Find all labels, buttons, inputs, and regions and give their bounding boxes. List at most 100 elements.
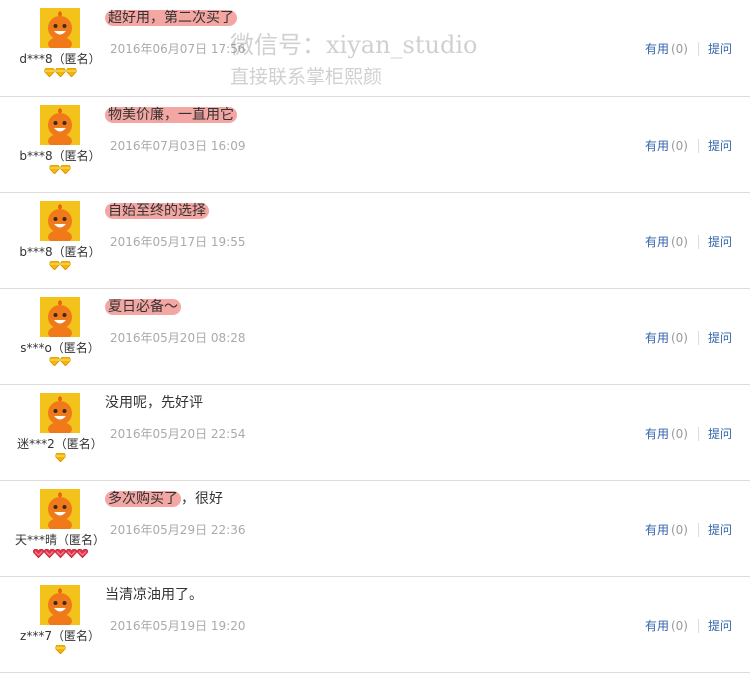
- review-date: 2016年05月17日 19:55: [110, 235, 246, 249]
- ask-button[interactable]: 提问: [708, 425, 732, 442]
- user-nickname: 迷***2（匿名）: [17, 437, 103, 451]
- diamond-rank-icon: [54, 645, 66, 654]
- user-avatar[interactable]: [40, 297, 80, 337]
- heart-rank-icon: [65, 549, 77, 558]
- useful-button[interactable]: 有用: [645, 233, 669, 250]
- action-divider: [697, 522, 699, 537]
- review-text: 夏日必备～: [105, 297, 181, 317]
- review-text: 自始至终的选择: [105, 201, 209, 221]
- user-avatar[interactable]: [40, 489, 80, 529]
- heart-rank-icon: [54, 549, 66, 558]
- useful-button[interactable]: 有用: [645, 425, 669, 442]
- action-divider: [697, 234, 699, 249]
- action-divider: [697, 426, 699, 441]
- review-date: 2016年05月29日 22:36: [110, 523, 246, 537]
- review-item: z***7（匿名） 当清凉油用了。 2016年05月19日 19:20 有用 (…: [0, 577, 750, 673]
- review-item: 天***晴（匿名） 多次购买了 ，很好 2016年05月29日 22:36 有用 …: [0, 481, 750, 577]
- useful-button[interactable]: 有用: [645, 521, 669, 538]
- useful-count: (0): [670, 138, 688, 153]
- review-item: d***8（匿名） 超好用，第二次买了 2016年06月07日 17:56 有用…: [0, 0, 750, 97]
- review-text: 物美价廉，一直用它: [105, 105, 237, 125]
- diamond-rank-icon: [49, 261, 60, 270]
- useful-button[interactable]: 有用: [645, 617, 669, 634]
- review-text-main: 多次购买了: [105, 491, 181, 507]
- review-text-main: 夏日必备～: [105, 299, 181, 315]
- review-item: b***8（匿名） 物美价廉，一直用它 2016年07月03日 16:09 有用…: [0, 97, 750, 193]
- ask-button[interactable]: 提问: [708, 233, 732, 250]
- diamond-rank-icon: [54, 453, 66, 462]
- user-avatar[interactable]: [40, 201, 80, 241]
- review-text-main: 物美价廉，一直用它: [105, 107, 237, 123]
- useful-button[interactable]: 有用: [645, 329, 669, 346]
- review-actions: 有用 (0) 提问: [645, 137, 732, 154]
- review-actions: 有用 (0) 提问: [645, 233, 732, 250]
- review-text: 超好用，第二次买了: [105, 8, 237, 28]
- ask-button[interactable]: 提问: [708, 329, 732, 346]
- heart-rank-icon: [32, 549, 44, 558]
- review-date: 2016年05月20日 22:54: [110, 427, 246, 441]
- review-actions: 有用 (0) 提问: [645, 329, 732, 346]
- review-item: 迷***2（匿名） 没用呢，先好评 2016年05月20日 22:54 有用 (…: [0, 385, 750, 481]
- heart-rank-icon: [43, 549, 55, 558]
- heart-rank-icon: [76, 549, 88, 558]
- user-rank-badges: [0, 68, 120, 78]
- user-rank-badges: [0, 453, 120, 463]
- review-date: 2016年05月20日 08:28: [110, 331, 246, 345]
- diamond-rank-icon: [60, 357, 71, 366]
- user-avatar[interactable]: [40, 393, 80, 433]
- action-divider: [697, 330, 699, 345]
- diamond-rank-icon: [43, 68, 55, 77]
- user-avatar[interactable]: [40, 8, 80, 48]
- review-text-tail: ，很好: [181, 491, 223, 507]
- review-text: 没用呢，先好评: [105, 393, 203, 413]
- review-text-main: 当清凉油用了。: [105, 587, 203, 603]
- user-nickname: d***8（匿名）: [19, 52, 101, 66]
- review-text: 当清凉油用了。: [105, 585, 203, 605]
- action-divider: [697, 138, 699, 153]
- diamond-rank-icon: [54, 68, 66, 77]
- review-text-main: 自始至终的选择: [105, 203, 209, 219]
- useful-count: (0): [670, 41, 688, 56]
- useful-count: (0): [670, 522, 688, 537]
- useful-button[interactable]: 有用: [645, 137, 669, 154]
- review-list: d***8（匿名） 超好用，第二次买了 2016年06月07日 17:56 有用…: [0, 0, 750, 673]
- useful-count: (0): [670, 426, 688, 441]
- user-nickname: b***8（匿名）: [19, 245, 101, 259]
- diamond-rank-icon: [60, 261, 71, 270]
- review-item: s***o（匿名） 夏日必备～ 2016年05月20日 08:28 有用 (0)…: [0, 289, 750, 385]
- user-rank-badges: [0, 357, 120, 367]
- action-divider: [697, 618, 699, 633]
- useful-button[interactable]: 有用: [645, 40, 669, 57]
- review-date: 2016年05月19日 19:20: [110, 619, 246, 633]
- user-nickname: b***8（匿名）: [19, 149, 101, 163]
- user-avatar[interactable]: [40, 105, 80, 145]
- ask-button[interactable]: 提问: [708, 521, 732, 538]
- diamond-rank-icon: [49, 357, 60, 366]
- review-text: 多次购买了 ，很好: [105, 489, 223, 509]
- review-item: b***8（匿名） 自始至终的选择 2016年05月17日 19:55 有用 (…: [0, 193, 750, 289]
- user-nickname: z***7（匿名）: [20, 629, 100, 643]
- review-date: 2016年06月07日 17:56: [110, 42, 246, 56]
- review-actions: 有用 (0) 提问: [645, 521, 732, 538]
- review-actions: 有用 (0) 提问: [645, 40, 732, 57]
- ask-button[interactable]: 提问: [708, 617, 732, 634]
- useful-count: (0): [670, 234, 688, 249]
- user-avatar[interactable]: [40, 585, 80, 625]
- diamond-rank-icon: [65, 68, 77, 77]
- user-rank-badges: [0, 165, 120, 175]
- useful-count: (0): [670, 618, 688, 633]
- useful-count: (0): [670, 330, 688, 345]
- user-nickname: s***o（匿名）: [20, 341, 100, 355]
- review-actions: 有用 (0) 提问: [645, 617, 732, 634]
- diamond-rank-icon: [60, 165, 71, 174]
- review-actions: 有用 (0) 提问: [645, 425, 732, 442]
- ask-button[interactable]: 提问: [708, 40, 732, 57]
- action-divider: [697, 41, 699, 56]
- ask-button[interactable]: 提问: [708, 137, 732, 154]
- review-text-main: 超好用，第二次买了: [105, 10, 237, 26]
- review-text-main: 没用呢，先好评: [105, 395, 203, 411]
- review-date: 2016年07月03日 16:09: [110, 139, 246, 153]
- diamond-rank-icon: [49, 165, 60, 174]
- user-nickname: 天***晴（匿名）: [14, 533, 105, 547]
- user-rank-badges: [0, 645, 120, 655]
